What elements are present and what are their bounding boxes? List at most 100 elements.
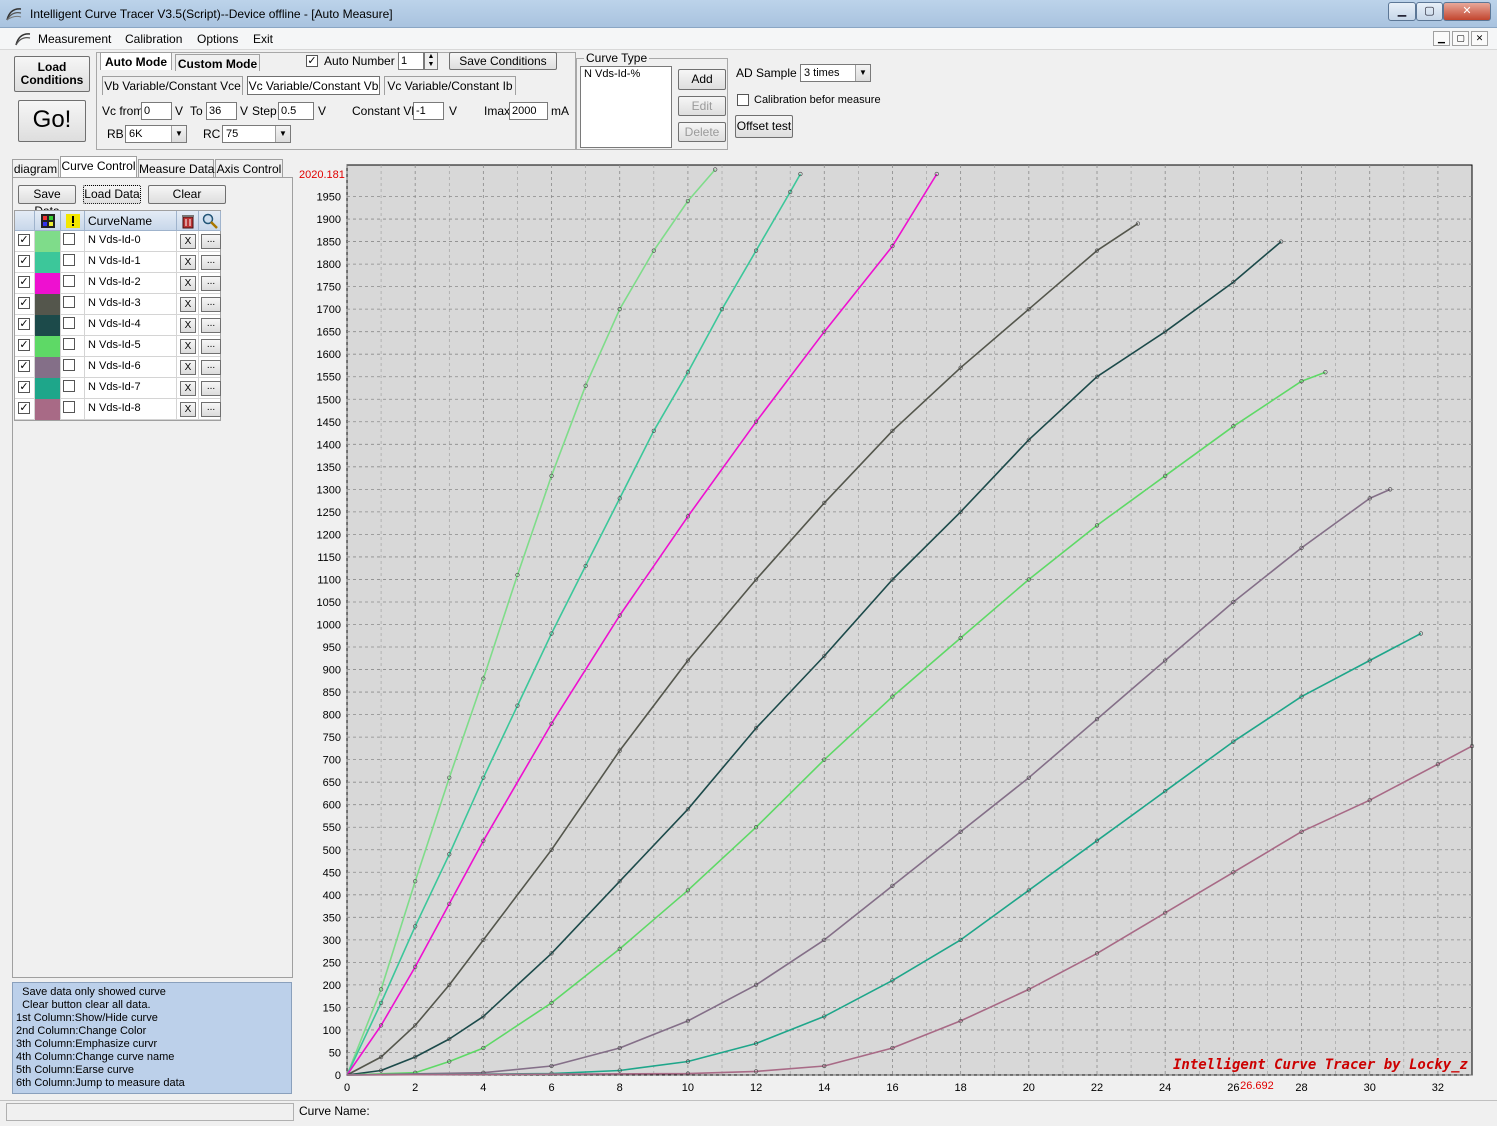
auto-number-input[interactable]: 1 bbox=[398, 52, 424, 70]
curve-type-item[interactable]: N Vds-Id-% bbox=[584, 68, 640, 80]
curve-name[interactable]: N Vds-Id-0 bbox=[85, 231, 177, 252]
curve-type-list[interactable]: N Vds-Id-% bbox=[580, 66, 672, 148]
curve-color-swatch[interactable] bbox=[35, 378, 61, 399]
save-data-button[interactable]: Save Data bbox=[18, 185, 76, 218]
curve-color-swatch[interactable] bbox=[35, 273, 61, 294]
erase-curve-button[interactable]: X bbox=[180, 381, 196, 396]
minimize-button[interactable]: ▁ bbox=[1388, 2, 1416, 21]
erase-curve-button[interactable]: X bbox=[180, 339, 196, 354]
save-conditions-button[interactable]: Save Conditions bbox=[449, 52, 557, 70]
delete-button[interactable]: Delete bbox=[678, 122, 726, 142]
menu-measurement[interactable]: Measurement bbox=[38, 32, 111, 46]
curve-color-swatch[interactable] bbox=[35, 315, 61, 336]
jump-to-data-button[interactable]: ... bbox=[201, 402, 221, 417]
vc-from-input[interactable]: 0 bbox=[141, 102, 172, 120]
curve-name[interactable]: N Vds-Id-5 bbox=[85, 336, 177, 357]
tab-measure-data[interactable]: Measure Data bbox=[138, 159, 214, 177]
erase-curve-button[interactable]: X bbox=[180, 297, 196, 312]
show-curve-checkbox[interactable]: ✓ bbox=[18, 402, 30, 414]
emphasize-checkbox[interactable] bbox=[63, 338, 75, 350]
curve-name[interactable]: N Vds-Id-1 bbox=[85, 252, 177, 273]
y-tick-label: 1750 bbox=[317, 282, 341, 294]
show-curve-checkbox[interactable]: ✓ bbox=[18, 360, 30, 372]
mdi-minimize-button[interactable]: ▁ bbox=[1433, 31, 1450, 46]
step-input[interactable]: 0.5 bbox=[278, 102, 314, 120]
menu-options[interactable]: Options bbox=[197, 32, 238, 46]
curve-name[interactable]: N Vds-Id-6 bbox=[85, 357, 177, 378]
show-curve-checkbox[interactable]: ✓ bbox=[18, 318, 30, 330]
show-curve-checkbox[interactable]: ✓ bbox=[18, 255, 30, 267]
show-curve-checkbox[interactable]: ✓ bbox=[18, 297, 30, 309]
curve-color-swatch[interactable] bbox=[35, 357, 61, 378]
jump-to-data-button[interactable]: ... bbox=[201, 255, 221, 270]
offset-test-button[interactable]: Offset test bbox=[735, 115, 793, 138]
close-button[interactable]: ✕ bbox=[1443, 2, 1491, 21]
emphasize-checkbox[interactable] bbox=[63, 380, 75, 392]
erase-curve-button[interactable]: X bbox=[180, 318, 196, 333]
maximize-button[interactable]: ▢ bbox=[1416, 2, 1443, 21]
clear-button[interactable]: Clear bbox=[148, 185, 226, 204]
jump-to-data-button[interactable]: ... bbox=[201, 234, 221, 249]
curve-color-swatch[interactable] bbox=[35, 399, 61, 420]
erase-curve-button[interactable]: X bbox=[180, 360, 196, 375]
add-button[interactable]: Add bbox=[678, 69, 726, 90]
tab-vc-variable-constant-ib[interactable]: Vc Variable/Constant Ib bbox=[384, 76, 516, 95]
show-curve-checkbox[interactable]: ✓ bbox=[18, 381, 30, 393]
calibration-checkbox[interactable] bbox=[737, 94, 749, 106]
emphasize-checkbox[interactable] bbox=[63, 275, 75, 287]
emphasize-checkbox[interactable] bbox=[63, 359, 75, 371]
rb-select[interactable]: 6K ▼ bbox=[125, 125, 187, 143]
chevron-down-icon: ▼ bbox=[171, 126, 186, 142]
jump-to-data-button[interactable]: ... bbox=[201, 318, 221, 333]
tab-auto-mode[interactable]: Auto Mode bbox=[100, 52, 172, 70]
show-curve-checkbox[interactable]: ✓ bbox=[18, 234, 30, 246]
load-data-button[interactable]: Load Data bbox=[83, 185, 141, 204]
emphasize-checkbox[interactable] bbox=[63, 233, 75, 245]
mdi-restore-button[interactable]: ▢ bbox=[1452, 31, 1469, 46]
load-conditions-button[interactable]: Load Conditions bbox=[14, 56, 90, 92]
jump-to-data-button[interactable]: ... bbox=[201, 360, 221, 375]
constant-vb-input[interactable]: -1 bbox=[413, 102, 444, 120]
rc-select[interactable]: 75 ▼ bbox=[222, 125, 291, 143]
curve-color-swatch[interactable] bbox=[35, 336, 61, 357]
imax-input[interactable]: 2000 bbox=[509, 102, 548, 120]
erase-curve-button[interactable]: X bbox=[180, 402, 196, 417]
tab-axis-control[interactable]: Axis Control bbox=[215, 159, 283, 177]
erase-curve-button[interactable]: X bbox=[180, 234, 196, 249]
curve-color-swatch[interactable] bbox=[35, 231, 61, 252]
edit-button[interactable]: Edit bbox=[678, 96, 726, 116]
curve-name[interactable]: N Vds-Id-4 bbox=[85, 315, 177, 336]
emphasize-checkbox[interactable] bbox=[63, 296, 75, 308]
curve-name[interactable]: N Vds-Id-3 bbox=[85, 294, 177, 315]
tab-vc-variable-constant-vb[interactable]: Vc Variable/Constant Vb bbox=[247, 76, 380, 95]
erase-curve-button[interactable]: X bbox=[180, 276, 196, 291]
jump-to-data-button[interactable]: ... bbox=[201, 297, 221, 312]
curve-name[interactable]: N Vds-Id-2 bbox=[85, 273, 177, 294]
show-curve-checkbox[interactable]: ✓ bbox=[18, 339, 30, 351]
erase-curve-button[interactable]: X bbox=[180, 255, 196, 270]
mdi-close-button[interactable]: ✕ bbox=[1471, 31, 1488, 46]
emphasize-checkbox[interactable] bbox=[63, 317, 75, 329]
tab-custom-mode[interactable]: Custom Mode bbox=[175, 54, 260, 71]
jump-to-data-button[interactable]: ... bbox=[201, 339, 221, 354]
curve-name[interactable]: N Vds-Id-8 bbox=[85, 399, 177, 420]
to-input[interactable]: 36 bbox=[206, 102, 237, 120]
tab-vb-variable[interactable]: Vb Variable/Constant Vce bbox=[102, 76, 243, 95]
show-curve-checkbox[interactable]: ✓ bbox=[18, 276, 30, 288]
curve-name[interactable]: N Vds-Id-7 bbox=[85, 378, 177, 399]
curve-color-swatch[interactable] bbox=[35, 294, 61, 315]
ad-sample-select[interactable]: 3 times ▼ bbox=[800, 64, 871, 82]
curve-chart[interactable]: 0 2 4 6 8 10 12 14 16 18 20 22 24 26 28 30 3205010015020… bbox=[297, 160, 1492, 1100]
jump-to-data-button[interactable]: ... bbox=[201, 381, 221, 396]
auto-number-spinner[interactable]: ▲ ▼ bbox=[424, 52, 438, 70]
curve-color-swatch[interactable] bbox=[35, 252, 61, 273]
emphasize-checkbox[interactable] bbox=[63, 401, 75, 413]
emphasize-checkbox[interactable] bbox=[63, 254, 75, 266]
jump-to-data-button[interactable]: ... bbox=[201, 276, 221, 291]
menu-exit[interactable]: Exit bbox=[253, 32, 273, 46]
go-button[interactable]: Go! bbox=[18, 100, 86, 142]
tab-curve-control[interactable]: Curve Control bbox=[60, 156, 137, 177]
tab-diagram[interactable]: diagram bbox=[12, 159, 59, 177]
menu-calibration[interactable]: Calibration bbox=[125, 32, 182, 46]
auto-number-checkbox[interactable]: ✓ bbox=[306, 55, 318, 67]
